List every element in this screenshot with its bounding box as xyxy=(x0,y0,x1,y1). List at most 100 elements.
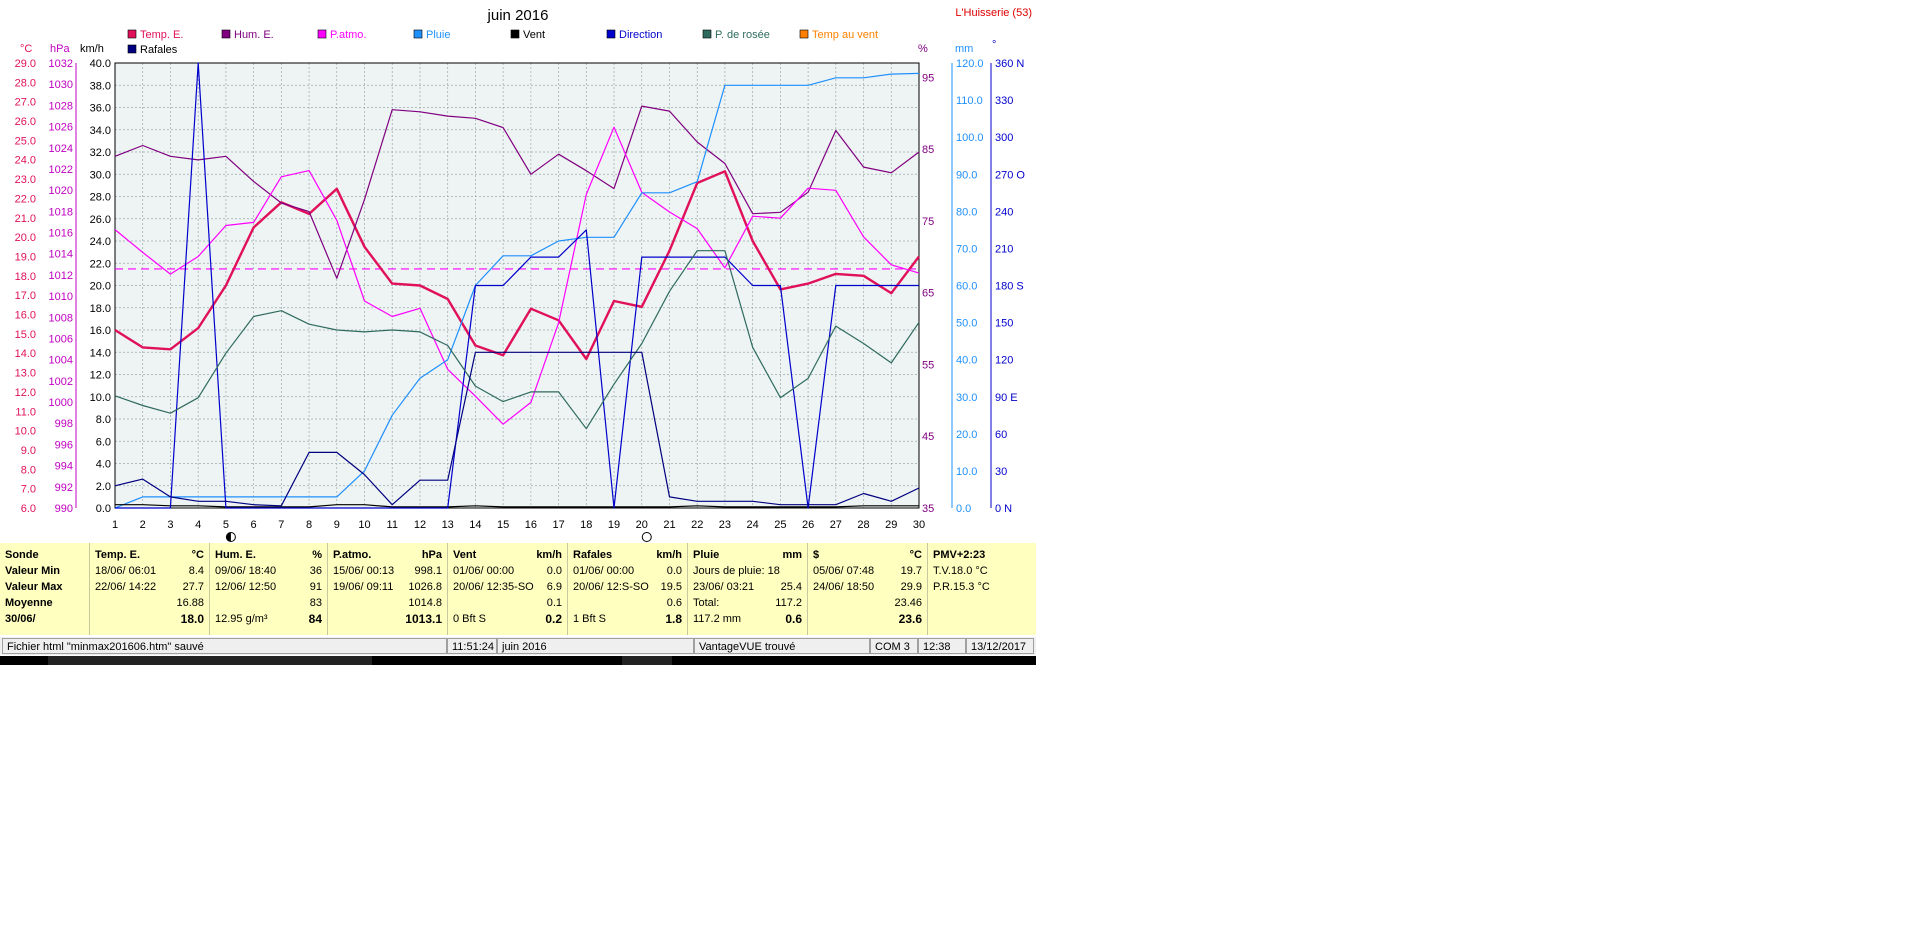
hum-tick-label: 95 xyxy=(922,72,934,84)
legend-swatch xyxy=(510,29,520,39)
temp-tick-label: 19.0 xyxy=(15,251,36,263)
hum-min: 36 xyxy=(309,565,322,577)
dir-tick-label: 90 E xyxy=(995,392,1018,404)
stats-col-pluie: Pluie mm Jours de pluie: 18 23/06/ 03:21 2… xyxy=(688,543,808,635)
rafales-current: 1.8 xyxy=(665,612,682,626)
temp-tick-label: 10.0 xyxy=(15,426,36,438)
wind-tick-label: 10.0 xyxy=(90,392,111,404)
dir-tick-label: 270 O xyxy=(995,169,1025,181)
rafales-max-date: 20/06/ 12:S-SO xyxy=(573,581,649,593)
status-port: COM 3 xyxy=(870,638,918,654)
pluie-total: 117.2 xyxy=(775,597,802,609)
vent-moy: 0.1 xyxy=(546,597,562,609)
pressure-tick-label: 1004 xyxy=(49,355,73,367)
x-tick-label: 19 xyxy=(608,519,620,531)
temp-tick-label: 11.0 xyxy=(15,406,36,418)
stats-col-s: $ °C 05/06/ 07:48 19.7 24/06/ 18:50 29.9 23… xyxy=(808,543,928,635)
status-time: 11:51:24 xyxy=(447,638,497,654)
current-date: 30/06/ xyxy=(5,613,36,625)
pressure-tick-label: 1016 xyxy=(49,228,73,240)
x-tick-label: 27 xyxy=(830,519,842,531)
vent-unit: km/h xyxy=(536,549,562,561)
pluie-current: 0.6 xyxy=(785,612,802,626)
temp-tick-label: 16.0 xyxy=(15,310,36,322)
moon-phase-icon xyxy=(641,532,652,542)
x-tick-label: 25 xyxy=(774,519,786,531)
pressure-tick-label: 1024 xyxy=(49,143,73,155)
dir-tick-label: 300 xyxy=(995,132,1013,144)
x-tick-label: 15 xyxy=(497,519,509,531)
legend-label: Temp. E. xyxy=(140,29,183,41)
temp-max: 27.7 xyxy=(182,581,204,593)
temp-tick-label: 25.0 xyxy=(15,135,36,147)
rafales-moy: 0.6 xyxy=(666,597,682,609)
legend-label: Direction xyxy=(619,29,662,41)
temp-tick-label: 9.0 xyxy=(21,445,36,457)
dir-tick-label: 210 xyxy=(995,243,1013,255)
pressure-tick-label: 990 xyxy=(55,503,73,515)
rain-tick-label: 30.0 xyxy=(956,392,977,404)
max-label: Valeur Max xyxy=(5,581,63,593)
pressure-tick-label: 994 xyxy=(55,461,73,473)
vent-max: 6.9 xyxy=(546,581,562,593)
x-tick-label: 18 xyxy=(580,519,592,531)
status-month: juin 2016 xyxy=(497,638,694,654)
pluie-jours: Jours de pluie: 18 xyxy=(693,565,780,577)
pressure-tick-label: 996 xyxy=(55,439,73,451)
dir-tick-label: 30 xyxy=(995,466,1007,478)
patmo-moy: 1014.8 xyxy=(408,597,442,609)
x-tick-label: 20 xyxy=(636,519,648,531)
x-tick-label: 26 xyxy=(802,519,814,531)
pluie-title: Pluie xyxy=(693,549,720,561)
pluie-max-date: 23/06/ 03:21 xyxy=(693,581,755,593)
x-tick-label: 7 xyxy=(278,519,284,531)
pressure-tick-label: 998 xyxy=(55,418,73,430)
wind-tick-label: 4.0 xyxy=(96,459,111,471)
stats-col-temp: Temp. E. °C 18/06/ 06:01 8.4 22/06/ 14:22 2… xyxy=(90,543,210,635)
pluie-total-label: Total: xyxy=(693,597,720,609)
rain-tick-label: 120.0 xyxy=(956,58,984,70)
temp-min-date: 18/06/ 06:01 xyxy=(95,565,157,577)
pressure-tick-label: 1014 xyxy=(49,249,73,261)
legend-swatch xyxy=(799,29,809,39)
rafales-min: 0.0 xyxy=(666,565,682,577)
legend-swatch xyxy=(317,29,327,39)
x-tick-label: 24 xyxy=(747,519,759,531)
x-tick-label: 1 xyxy=(112,519,118,531)
s-min-date: 05/06/ 07:48 xyxy=(813,565,875,577)
rain-tick-label: 90.0 xyxy=(956,169,977,181)
x-tick-label: 4 xyxy=(195,519,201,531)
temp-tick-label: 13.0 xyxy=(15,368,36,380)
temp-tick-label: 14.0 xyxy=(15,348,36,360)
pmv-title: PMV+2:23 xyxy=(933,549,986,561)
temp-moy: 16.88 xyxy=(176,597,204,609)
rafales-max: 19.5 xyxy=(660,581,682,593)
pressure-tick-label: 1018 xyxy=(49,206,73,218)
taskbar-item-1[interactable] xyxy=(48,656,372,665)
temp-unit: °C xyxy=(191,549,204,561)
taskbar-item-2[interactable] xyxy=(622,656,672,665)
stats-col-pmv: PMV+2:23 T.V.18.0 °C P.R.15.3 °C xyxy=(928,543,1036,635)
patmo-current: 1013.1 xyxy=(405,612,442,626)
hum-max-date: 12/06/ 12:50 xyxy=(215,581,277,593)
taskbar-strip xyxy=(0,656,1036,665)
temp-tick-label: 21.0 xyxy=(15,213,36,225)
rain-tick-label: 80.0 xyxy=(956,206,977,218)
temp-tick-label: 23.0 xyxy=(15,174,36,186)
pressure-tick-label: 1030 xyxy=(49,79,73,91)
dir-tick-label: 330 xyxy=(995,95,1013,107)
sonde-label: Sonde xyxy=(5,549,39,561)
legend-label: Temp au vent xyxy=(812,29,878,41)
pressure-tick-label: 1002 xyxy=(49,376,73,388)
patmo-max-date: 19/06/ 09:11 xyxy=(333,581,394,593)
pressure-tick-label: 1026 xyxy=(49,122,73,134)
dir-tick-label: 0 N xyxy=(995,503,1012,515)
rain-tick-label: 50.0 xyxy=(956,318,977,330)
pressure-tick-label: 1022 xyxy=(49,164,73,176)
pressure-tick-label: 1020 xyxy=(49,185,73,197)
pressure-tick-label: 1028 xyxy=(49,100,73,112)
wind-tick-label: 18.0 xyxy=(90,303,111,315)
wind-tick-label: 32.0 xyxy=(90,147,111,159)
rafales-title: Rafales xyxy=(573,549,613,561)
dir-tick-label: 240 xyxy=(995,206,1013,218)
